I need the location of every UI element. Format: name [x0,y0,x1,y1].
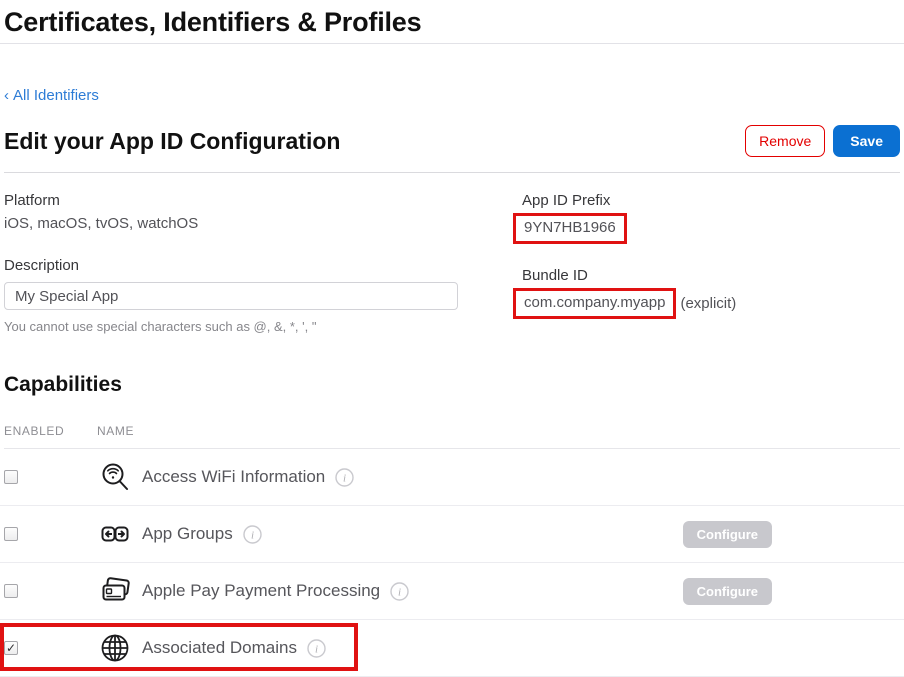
capability-row-access-wifi-information: Access WiFi Information i [0,449,904,506]
access-wifi-checkbox[interactable] [4,470,18,484]
bundle-id-row: com.company.myapp (explicit) [522,288,900,319]
capabilities-heading: Capabilities [4,373,900,397]
back-chevron-icon: ‹ [4,87,9,104]
editor-header: Edit your App ID Configuration Remove Sa… [4,125,900,173]
platform-label: Platform [4,191,522,211]
description-input[interactable] [4,282,458,310]
bundle-id-annotation-box: com.company.myapp [513,288,676,319]
svg-text:i: i [251,529,254,541]
checkbox-cell [0,527,100,541]
icon-cell [100,633,142,663]
capability-name: App Groups [142,524,233,544]
svg-text:i: i [315,643,318,655]
capability-row-app-groups: App Groups i Configure [0,506,904,563]
app-groups-checkbox[interactable] [4,527,18,541]
certificates-identifiers-profiles-page: Certificates, Identifiers & Profiles ‹Al… [0,0,904,665]
capability-row-associated-domains: ✓ Associated Domains i [0,620,904,677]
app-id-prefix-value: 9YN7HB1966 [524,219,616,236]
form-column-left: Platform iOS, macOS, tvOS, watchOS Descr… [4,191,522,334]
back-to-all-identifiers-link[interactable]: ‹All Identifiers [4,87,99,104]
app-id-prefix-annotation-box: 9YN7HB1966 [513,213,627,244]
editor-actions: Remove Save [745,125,900,157]
remove-button[interactable]: Remove [745,125,825,157]
svg-text:i: i [398,586,401,598]
capability-name: Associated Domains [142,638,297,658]
capabilities-table-header: ENABLED NAME [4,424,900,449]
info-icon[interactable]: i [307,639,326,658]
checkbox-cell: ✓ [0,641,100,655]
app-groups-icon [100,519,130,549]
svg-text:i: i [343,472,346,484]
checkbox-cell [0,584,100,598]
platform-value: iOS, macOS, tvOS, watchOS [4,214,522,234]
back-link-label: All Identifiers [13,87,99,104]
bundle-id-label: Bundle ID [522,266,900,286]
column-header-name: NAME [97,424,134,438]
app-id-form: Platform iOS, macOS, tvOS, watchOS Descr… [0,173,904,334]
column-header-enabled: ENABLED [4,424,97,438]
icon-cell [100,519,142,549]
configure-apple-pay-button[interactable]: Configure [683,578,772,605]
info-icon[interactable]: i [243,525,262,544]
form-column-right: App ID Prefix 9YN7HB1966 Bundle ID com.c… [522,191,900,334]
payment-cards-icon [100,576,132,606]
page-title: Certificates, Identifiers & Profiles [0,0,904,43]
bundle-id-value: com.company.myapp [524,294,665,311]
capability-name: Apple Pay Payment Processing [142,581,380,601]
configure-app-groups-button[interactable]: Configure [683,521,772,548]
description-help-text: You cannot use special characters such a… [4,319,522,334]
description-label: Description [4,256,522,276]
page-header: Certificates, Identifiers & Profiles [0,0,904,44]
info-icon[interactable]: i [335,468,354,487]
app-id-prefix-label: App ID Prefix [522,191,900,211]
icon-cell [100,462,142,492]
bundle-id-suffix: (explicit) [680,295,736,312]
capability-name: Access WiFi Information [142,467,325,487]
icon-cell [100,576,142,606]
globe-icon [100,633,130,663]
capability-row-apple-pay-payment-processing: Apple Pay Payment Processing i Configure [0,563,904,620]
wifi-search-icon [100,462,130,492]
editor-heading: Edit your App ID Configuration [4,126,340,156]
checkbox-cell [0,470,100,484]
save-button[interactable]: Save [833,125,900,157]
info-icon[interactable]: i [390,582,409,601]
apple-pay-checkbox[interactable] [4,584,18,598]
associated-domains-checkbox[interactable]: ✓ [4,641,18,655]
